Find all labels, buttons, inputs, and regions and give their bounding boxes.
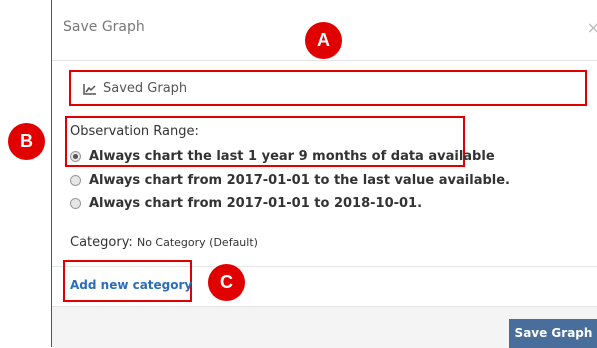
dialog-footer: Save Graph bbox=[52, 306, 597, 348]
radio-unselected-icon[interactable] bbox=[70, 198, 81, 209]
radio-unselected-icon[interactable] bbox=[70, 175, 81, 186]
range-option-label: Always chart from 2017-01-01 to 2018-10-… bbox=[89, 196, 423, 211]
add-new-category-link[interactable]: Add new category bbox=[70, 278, 192, 292]
graph-name-highlight: Saved Graph bbox=[69, 70, 587, 106]
graph-name-value: Saved Graph bbox=[103, 81, 188, 96]
range-option-from-start[interactable]: Always chart from 2017-01-01 to the last… bbox=[70, 173, 510, 188]
graph-name-field[interactable]: Saved Graph bbox=[83, 81, 187, 96]
observation-range-label: Observation Range: bbox=[70, 124, 199, 139]
radio-selected-icon[interactable] bbox=[70, 151, 81, 162]
callout-badge-c: C bbox=[208, 264, 245, 301]
range-option-fixed-dates[interactable]: Always chart from 2017-01-01 to 2018-10-… bbox=[70, 196, 422, 211]
range-option-label: Always chart from 2017-01-01 to the last… bbox=[89, 173, 510, 188]
save-graph-button[interactable]: Save Graph bbox=[509, 319, 597, 348]
callout-badge-b: B bbox=[8, 123, 45, 160]
range-option-label: Always chart the last 1 year 9 months of… bbox=[89, 149, 495, 164]
dialog-title: Save Graph bbox=[63, 19, 145, 35]
callout-badge-a: A bbox=[305, 22, 342, 59]
category-value: No Category (Default) bbox=[136, 236, 258, 249]
category-row: Category: No Category (Default) bbox=[70, 235, 258, 250]
category-label: Category: bbox=[70, 235, 133, 250]
range-option-last-period[interactable]: Always chart the last 1 year 9 months of… bbox=[70, 149, 495, 164]
close-icon[interactable]: × bbox=[587, 18, 597, 37]
line-chart-icon bbox=[83, 83, 96, 95]
